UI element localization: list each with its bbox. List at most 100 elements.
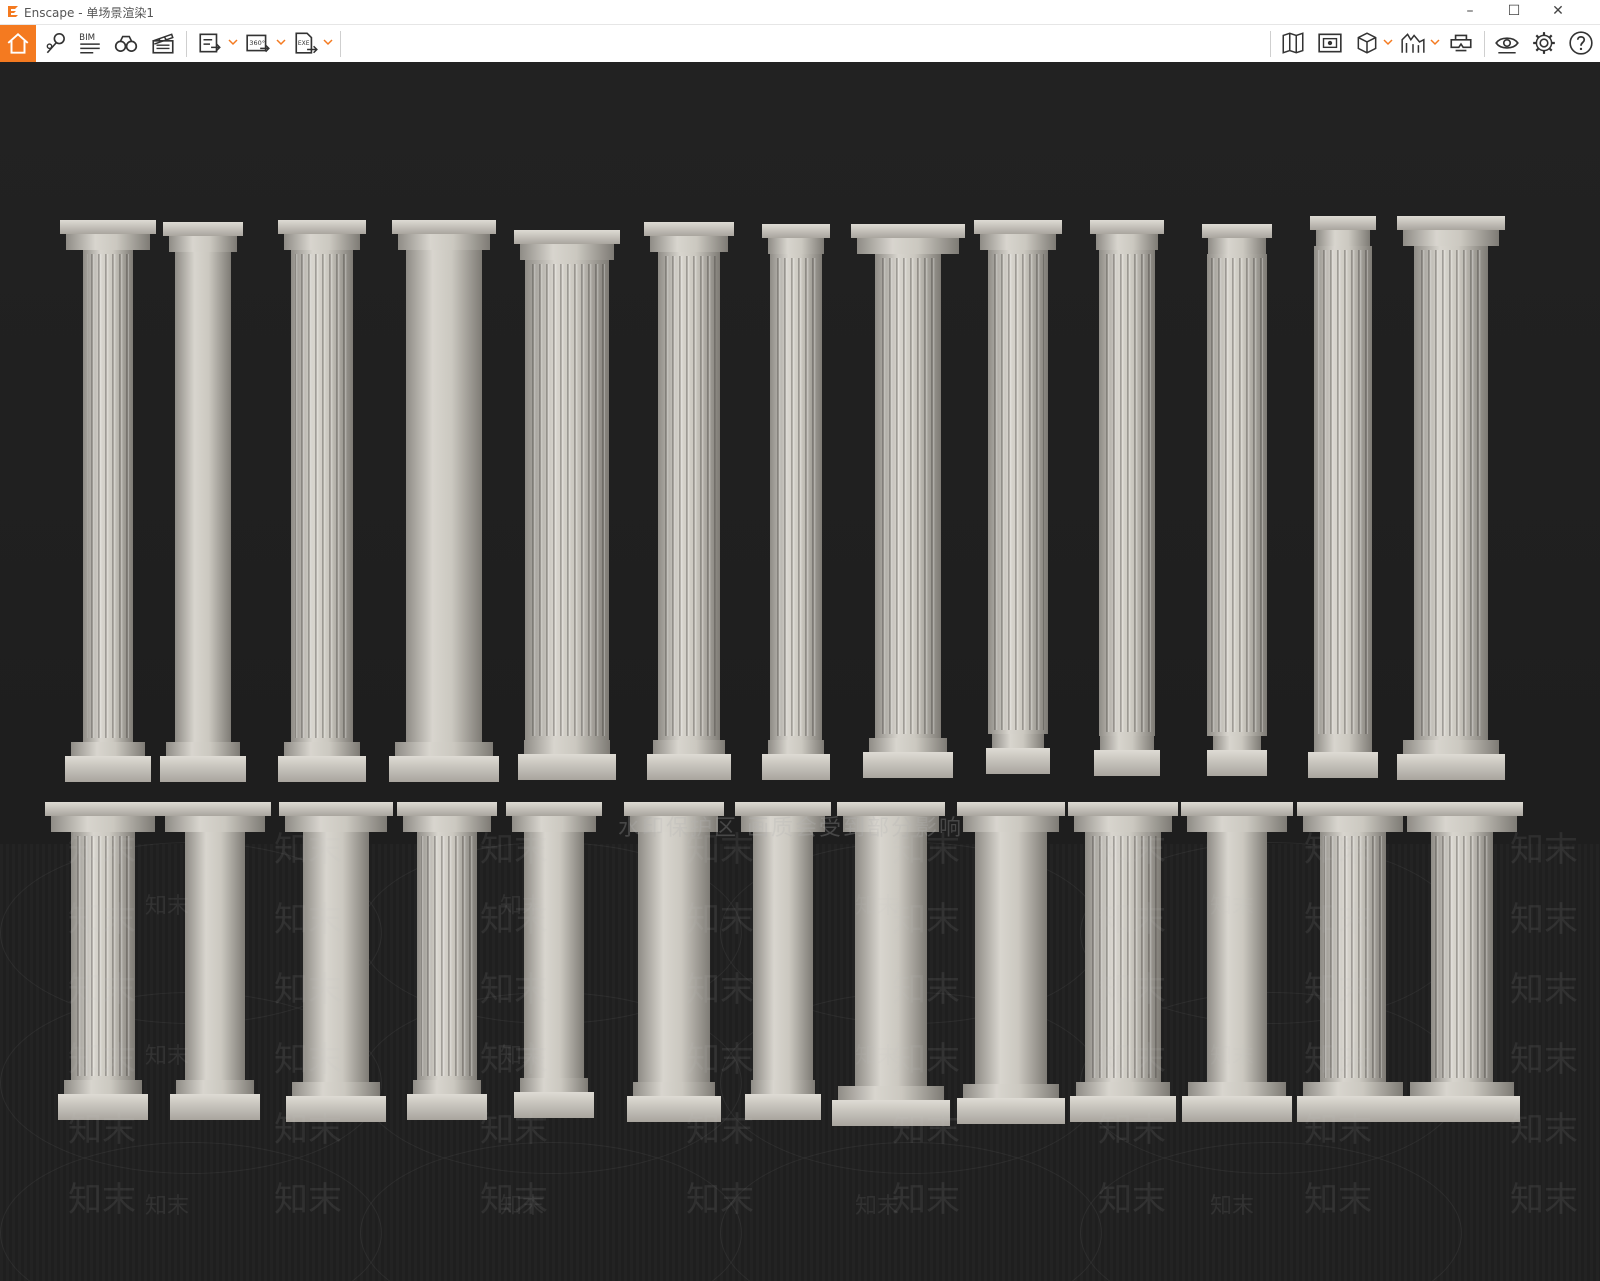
column-base (1076, 1082, 1170, 1096)
column-flutes (774, 258, 818, 736)
column-flutes (1103, 254, 1151, 732)
title-bar: Enscape - 单场景渲染1 – ☐ ✕ (0, 0, 1600, 25)
render-export-button[interactable] (194, 27, 226, 59)
watermark-text: 知末 (68, 1180, 136, 1220)
mountains-icon (1401, 33, 1425, 53)
exe-export-icon: EXE (295, 32, 318, 54)
column-base (768, 740, 824, 754)
watermark-text: 知末 (686, 1180, 754, 1220)
column-capital (397, 802, 497, 816)
column-base (524, 740, 610, 754)
help-button[interactable] (1565, 27, 1597, 59)
column-base (1188, 1082, 1286, 1096)
column-capital (278, 220, 366, 234)
vr-headset-button[interactable] (1445, 27, 1477, 59)
column-base (176, 1080, 254, 1094)
column-capital (66, 234, 150, 250)
settings-button[interactable] (1528, 27, 1560, 59)
column-plinth (762, 754, 830, 780)
column-capital (974, 220, 1062, 234)
minimize-button[interactable]: – (1448, 0, 1492, 24)
bim-icon: BIM (79, 33, 100, 54)
chevron-down-icon[interactable] (1430, 37, 1440, 47)
bim-button[interactable]: BIM (74, 27, 106, 59)
watermark-text: 知末 (1304, 1040, 1372, 1080)
column-base (963, 1084, 1059, 1098)
column-plinth (389, 756, 499, 782)
watermark-notice: 水印保护区 画质会受到部分影响 (618, 816, 963, 841)
column-model (160, 222, 246, 782)
column-capital (1096, 234, 1158, 250)
column-capital (1202, 224, 1272, 238)
column-base (64, 1080, 142, 1094)
watermark-text: 知末 (480, 970, 548, 1010)
column-plinth (863, 752, 953, 778)
watermark-text: 知末 (686, 970, 754, 1010)
column-shaft (185, 832, 245, 1080)
chevron-down-icon[interactable] (1383, 37, 1393, 47)
close-button[interactable]: ✕ (1536, 0, 1580, 24)
home-button[interactable] (0, 25, 36, 62)
column-capital (165, 816, 265, 832)
column-capital (963, 816, 1059, 832)
column-plinth (745, 1094, 821, 1120)
column-capital (1401, 802, 1523, 816)
toolbar-separator (186, 31, 187, 57)
column-model (1090, 220, 1164, 776)
watermark-text: 知末 (68, 830, 136, 870)
views-button[interactable] (110, 27, 142, 59)
watermark-text: 知末 (274, 970, 342, 1010)
panorama-export-button[interactable]: 360° (242, 27, 274, 59)
watermark-text: 知末 (855, 1044, 900, 1069)
column-base (413, 1080, 481, 1094)
column-plinth (1397, 754, 1505, 780)
column-model (389, 220, 499, 782)
exe-label: EXE (298, 40, 310, 47)
watermark-text: 知末 (1098, 1180, 1166, 1220)
watermark-text: 知末 (1510, 900, 1578, 940)
atmosphere-button[interactable] (1397, 27, 1429, 59)
video-editor-button[interactable] (147, 27, 179, 59)
visibility-icon (1495, 37, 1519, 54)
chevron-down-icon[interactable] (228, 37, 238, 47)
column-capital (857, 238, 959, 254)
watermark-text: 知末 (1510, 1180, 1578, 1220)
column-model (1202, 224, 1272, 776)
settings-icon (1533, 32, 1555, 54)
column-shaft (175, 252, 231, 742)
watermark-text: 知末 (1510, 830, 1578, 870)
column-capital (644, 222, 734, 236)
watermark-text: 知末 (855, 1194, 900, 1219)
watermark-text: 知末 (145, 1044, 190, 1069)
map-button[interactable] (1277, 27, 1309, 59)
column-model (1397, 216, 1505, 780)
panorama-label: 360° (249, 39, 265, 47)
vr-headset-icon (1450, 34, 1472, 52)
render-viewport[interactable]: 知末 知末 知末 知末 知末 知末 知末 知末 知末 知末 知末 知末 知末 知… (0, 62, 1600, 1281)
column-plinth (1404, 1096, 1520, 1122)
column-capital (1090, 220, 1164, 234)
column-flutes (1211, 258, 1263, 732)
column-capital (159, 802, 271, 816)
column-capital (163, 222, 243, 236)
watermark-text: 知末 (892, 1040, 960, 1080)
locations-button[interactable] (40, 27, 72, 59)
column-flutes (529, 264, 605, 736)
screenshot-view-icon (1318, 33, 1342, 53)
maximize-button[interactable]: ☐ (1492, 0, 1536, 24)
column-capital (1310, 216, 1376, 230)
visibility-button[interactable] (1491, 27, 1523, 59)
chevron-down-icon[interactable] (323, 37, 333, 47)
toolbar-separator (1270, 31, 1271, 57)
column-base (1410, 1082, 1514, 1096)
cube-view-button[interactable] (1351, 27, 1383, 59)
column-model (957, 802, 1065, 1124)
exe-export-button[interactable]: EXE (290, 27, 322, 59)
column-capital (1403, 230, 1499, 246)
column-capital (1181, 802, 1293, 816)
chevron-down-icon[interactable] (276, 37, 286, 47)
render-export-icon (199, 33, 221, 53)
columns-scene (45, 216, 1523, 1126)
screenshot-view-button[interactable] (1314, 27, 1346, 59)
watermark-text: 知末 (500, 1044, 545, 1069)
